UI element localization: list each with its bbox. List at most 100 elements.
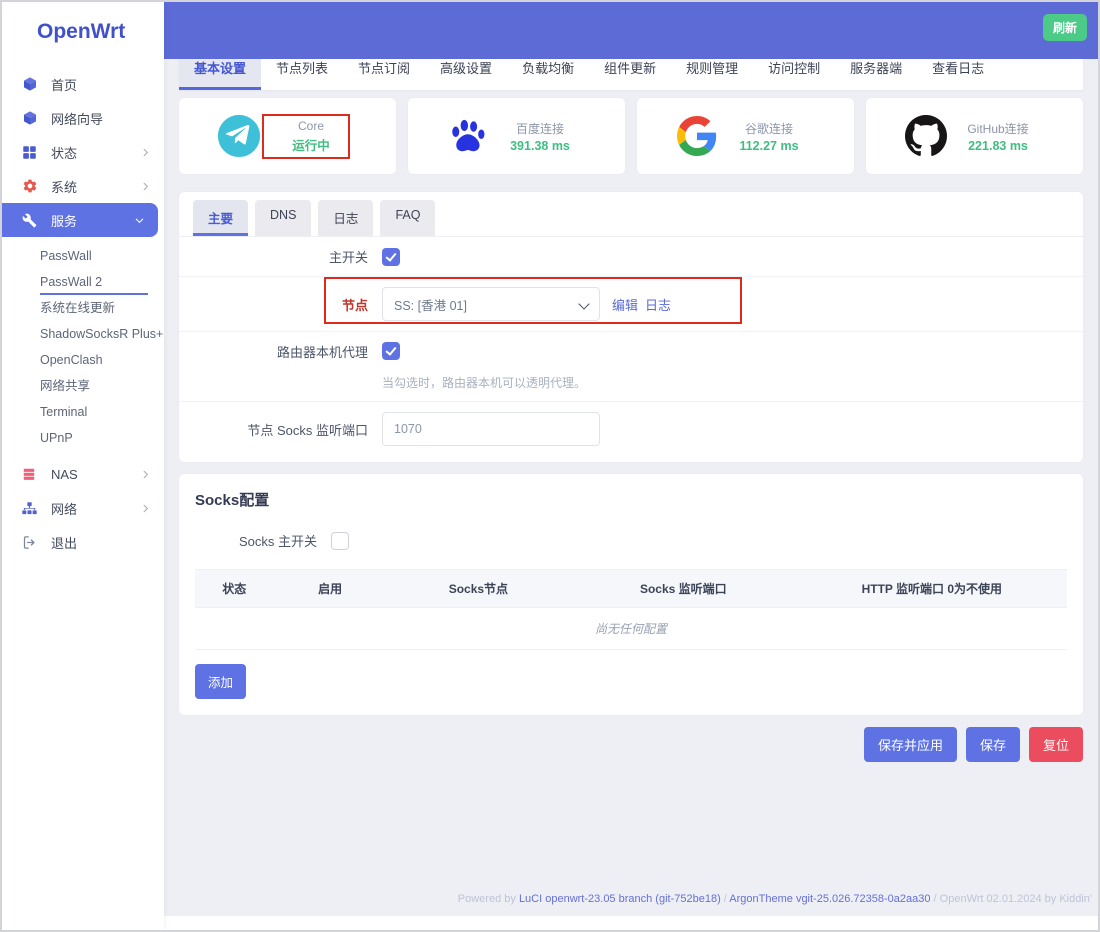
sidebar-item-label: 服务 — [51, 211, 77, 230]
status-card-label: 百度连接 — [491, 120, 589, 137]
sidebar-item-label: NAS — [51, 467, 78, 482]
wrench-icon — [22, 212, 39, 229]
socks-switch-checkbox[interactable] — [331, 532, 349, 550]
local-proxy-row: 路由器本机代理 当勾选时，路由器本机可以透明代理。 — [179, 331, 1083, 401]
subtab-faq[interactable]: FAQ — [380, 200, 435, 236]
chevron-right-icon — [140, 181, 151, 192]
submenu-item-openclash[interactable]: OpenClash — [2, 347, 164, 373]
status-card-baidu: 百度连接 391.38 ms — [408, 98, 625, 174]
chevron-right-icon — [140, 147, 151, 158]
tab-access-control[interactable]: 访问控制 — [753, 59, 835, 90]
sitemap-icon — [22, 500, 39, 517]
socks-card: Socks配置 Socks 主开关 状态 启用 Socks节点 Socks 监听… — [179, 474, 1083, 715]
status-card-text: GitHub连接 221.83 ms — [949, 120, 1047, 153]
status-card-label: Core — [262, 119, 360, 133]
sidebar-item-label: 网络向导 — [51, 109, 103, 128]
submenu-item-sysupgrade[interactable]: 系统在线更新 — [2, 295, 164, 321]
col-socks-port: Socks 监听端口 — [570, 570, 797, 608]
sidebar-item-label: 退出 — [51, 533, 77, 552]
server-icon — [22, 466, 39, 483]
sidebar-item-logout[interactable]: 退出 — [2, 525, 164, 559]
socks-port-input[interactable] — [382, 412, 600, 446]
footer-suffix: / OpenWrt 02.01.2024 by Kiddin' — [931, 893, 1093, 905]
col-socks-node: Socks节点 — [387, 570, 570, 608]
status-card-github: GitHub连接 221.83 ms — [866, 98, 1083, 174]
footer-prefix: Powered by — [458, 893, 519, 905]
col-enabled: 启用 — [273, 570, 386, 608]
status-card-core: Core 运行中 — [179, 98, 396, 174]
main-switch-checkbox[interactable] — [382, 248, 400, 266]
socks-section-title: Socks配置 — [195, 489, 1067, 510]
tab-server-side[interactable]: 服务器端 — [835, 59, 917, 90]
submenu-item-sharing[interactable]: 网络共享 — [2, 373, 164, 399]
gear-icon — [22, 178, 39, 195]
sidebar-item-system[interactable]: 系统 — [2, 169, 164, 203]
node-label: 节点 — [193, 295, 368, 314]
empty-placeholder: 尚无任何配置 — [195, 608, 1067, 650]
submenu-item-terminal[interactable]: Terminal — [2, 399, 164, 425]
sidebar-item-status[interactable]: 状态 — [2, 135, 164, 169]
status-card-value: 运行中 — [262, 135, 360, 154]
save-button[interactable]: 保存 — [966, 727, 1020, 762]
cube-icon — [22, 110, 39, 127]
topbar: 刷新 — [164, 2, 1098, 59]
status-card-text: Core 运行中 — [262, 119, 360, 154]
submenu-item-passwall[interactable]: PassWall — [2, 243, 164, 269]
tab-node-list[interactable]: 节点列表 — [261, 59, 343, 90]
add-button[interactable]: 添加 — [195, 664, 246, 699]
page-tabs: 基本设置 节点列表 节点订阅 高级设置 负载均衡 组件更新 规则管理 访问控制 … — [179, 59, 1083, 90]
sidebar-item-label: 状态 — [51, 143, 77, 162]
node-select-value: SS: [香港 01] — [394, 295, 467, 314]
node-edit-link[interactable]: 编辑 — [612, 298, 638, 313]
status-card-text: 百度连接 391.38 ms — [491, 120, 589, 153]
tab-advanced[interactable]: 高级设置 — [425, 59, 507, 90]
app-window: OpenWrt 首页 网络向导 状态 系统 — [0, 0, 1100, 932]
col-http-port: HTTP 监听端口 0为不使用 — [797, 570, 1067, 608]
tab-basic-settings[interactable]: 基本设置 — [179, 59, 261, 90]
telegram-icon — [216, 113, 262, 159]
sidebar: OpenWrt 首页 网络向导 状态 系统 — [2, 2, 164, 930]
subtab-dns[interactable]: DNS — [255, 200, 311, 236]
local-proxy-checkbox[interactable] — [382, 342, 400, 360]
subtab-log[interactable]: 日志 — [318, 200, 373, 236]
save-apply-button[interactable]: 保存并应用 — [864, 727, 957, 762]
main-switch-row: 主开关 — [179, 237, 1083, 276]
tab-load-balance[interactable]: 负载均衡 — [507, 59, 589, 90]
luci-link[interactable]: LuCI openwrt-23.05 branch (git-752be18) — [519, 893, 721, 905]
theme-link[interactable]: ArgonTheme vgit-25.026.72358-0a2aa30 — [729, 893, 930, 905]
col-status: 状态 — [195, 570, 273, 608]
sidebar-item-label: 首页 — [51, 75, 77, 94]
socks-table: 状态 启用 Socks节点 Socks 监听端口 HTTP 监听端口 0为不使用… — [195, 569, 1067, 650]
socks-table-empty-row: 尚无任何配置 — [195, 608, 1067, 650]
submenu-item-upnp[interactable]: UPnP — [2, 425, 164, 451]
sidebar-item-wizard[interactable]: 网络向导 — [2, 101, 164, 135]
github-icon — [903, 115, 949, 157]
subtab-main[interactable]: 主要 — [193, 200, 248, 236]
cube-icon — [22, 76, 39, 93]
node-log-link[interactable]: 日志 — [645, 298, 671, 313]
sidebar-item-network[interactable]: 网络 — [2, 491, 164, 525]
socks-port-label: 节点 Socks 监听端口 — [193, 420, 368, 439]
sidebar-item-nas[interactable]: NAS — [2, 457, 164, 491]
status-card-google: 谷歌连接 112.27 ms — [637, 98, 854, 174]
tab-node-subscribe[interactable]: 节点订阅 — [343, 59, 425, 90]
tab-rule-manage[interactable]: 规则管理 — [671, 59, 753, 90]
tab-component-update[interactable]: 组件更新 — [589, 59, 671, 90]
reset-button[interactable]: 复位 — [1029, 727, 1083, 762]
sidebar-item-services[interactable]: 服务 — [2, 203, 158, 237]
socks-switch-label: Socks 主开关 — [195, 531, 317, 550]
settings-card: 主要 DNS 日志 FAQ 主开关 节点 SS: [香港 01] — [179, 192, 1083, 462]
submenu-item-passwall2[interactable]: PassWall 2 — [2, 269, 164, 295]
node-select[interactable]: SS: [香港 01] — [382, 287, 600, 321]
node-row: 节点 SS: [香港 01] 编辑日志 — [179, 276, 1083, 331]
sidebar-item-home[interactable]: 首页 — [2, 67, 164, 101]
status-card-value: 112.27 ms — [720, 139, 818, 153]
tab-view-log[interactable]: 查看日志 — [917, 59, 999, 90]
sidebar-item-label: 系统 — [51, 177, 77, 196]
submenu-item-ssrplus[interactable]: ShadowSocksR Plus+ — [2, 321, 164, 347]
openwrt-logo: OpenWrt — [2, 20, 164, 44]
chevron-down-icon — [134, 215, 145, 226]
action-buttons: 保存并应用 保存 复位 — [179, 727, 1083, 762]
refresh-button[interactable]: 刷新 — [1043, 14, 1087, 41]
chevron-right-icon — [140, 503, 151, 514]
